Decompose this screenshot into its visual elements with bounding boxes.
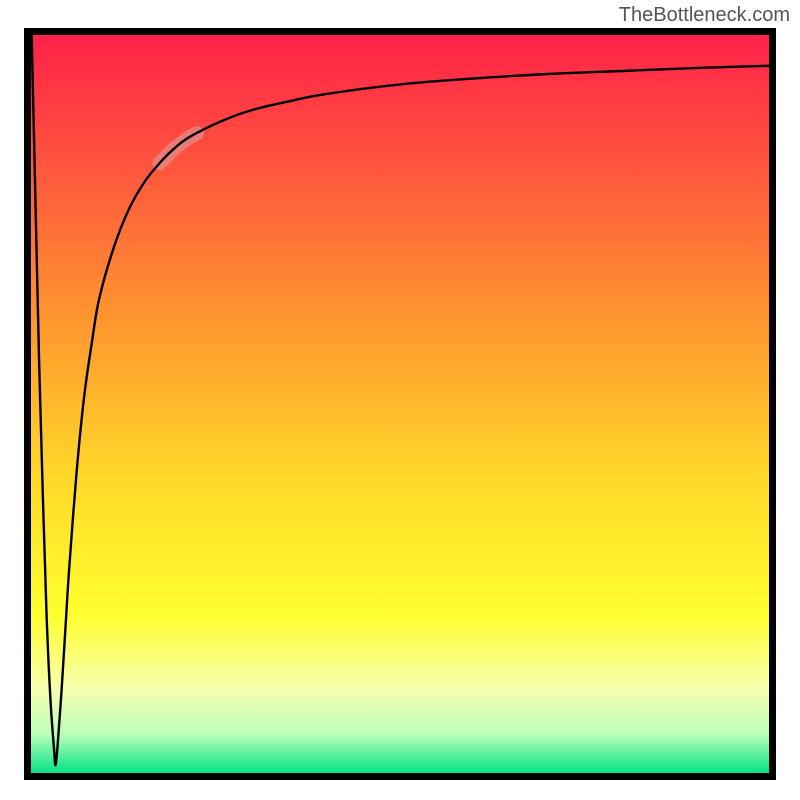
watermark-text: TheBottleneck.com bbox=[619, 4, 790, 27]
bottleneck-chart bbox=[24, 28, 776, 780]
chart-background bbox=[24, 28, 776, 780]
chart-container bbox=[24, 28, 776, 780]
